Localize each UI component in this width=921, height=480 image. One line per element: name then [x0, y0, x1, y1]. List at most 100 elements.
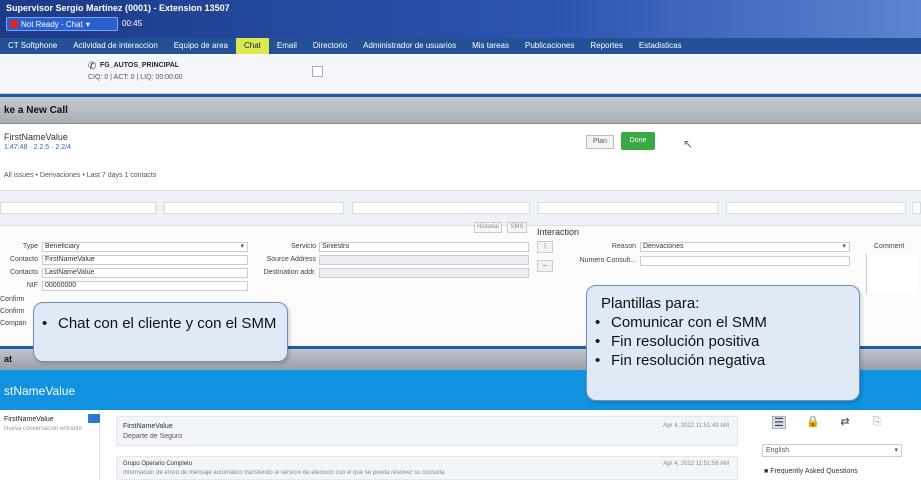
- chevron-down-icon: ▾: [240, 243, 244, 250]
- main-menu-bar: CT Softphone Actividad de interaccion Equi…: [0, 38, 921, 54]
- menu-item[interactable]: Actividad de interaccion: [65, 38, 166, 54]
- history-button[interactable]: Historial: [474, 222, 502, 233]
- contact-details[interactable]: 1:47:48 · 2.2.5 · 2.2/4: [4, 144, 71, 151]
- menu-item[interactable]: Email: [269, 38, 305, 54]
- tab-slot[interactable]: [352, 202, 530, 214]
- nif-field[interactable]: 00000000: [42, 281, 248, 291]
- message-text: Información de envío de mensaje automáti…: [123, 470, 445, 476]
- app-window: Supervisor Sergio Martinez (0001) - Exte…: [0, 0, 921, 480]
- attachment-icon[interactable]: ⎘: [870, 416, 884, 429]
- chat-body: FirstNameValue Nueva conversación entran…: [0, 410, 921, 480]
- window-title: Supervisor Sergio Martinez (0001) - Exte…: [6, 3, 230, 13]
- lock-icon[interactable]: 🔒: [806, 416, 820, 429]
- confirm-label: Confirm: [0, 296, 25, 303]
- mouse-cursor-icon: ↖: [683, 137, 694, 151]
- menu-item[interactable]: Publicaciones: [517, 38, 582, 54]
- make-call-title: ke a New Call: [4, 105, 68, 116]
- message-time: Apr 4, 2022 11:51:56 AM: [663, 461, 729, 467]
- contact-header: FirstNameValue 1:47:48 · 2.2.5 · 2.2/4 P…: [0, 124, 921, 190]
- message-sender: Grupo Operario Completo: [123, 461, 193, 467]
- source-address-field[interactable]: [319, 255, 529, 265]
- destination-address-field[interactable]: [319, 268, 529, 278]
- plan-button[interactable]: Plan: [586, 135, 614, 149]
- menu-item[interactable]: Administrador de usuarios: [355, 38, 464, 54]
- phone-icon: ✆: [88, 61, 97, 72]
- message-sender: FirstNameValue: [123, 423, 173, 430]
- not-ready-icon: [10, 20, 18, 28]
- conversation-sub: Nueva conversación entrante: [4, 426, 83, 432]
- callout-item: Chat con el cliente y con el SMM: [34, 314, 287, 333]
- chat-section-title: at: [4, 354, 13, 364]
- menu-item[interactable]: Chat: [235, 38, 269, 54]
- chat-header-name: stNameValue: [4, 384, 76, 398]
- tab-slot[interactable]: [726, 202, 906, 214]
- comment-label: Comment: [874, 243, 905, 250]
- menu-item[interactable]: Mis tareas: [464, 38, 517, 54]
- sms-button[interactable]: SMS: [507, 222, 527, 233]
- last-name-field[interactable]: LastNameValue: [42, 268, 248, 278]
- tab-slot[interactable]: [0, 202, 156, 214]
- grid-icon[interactable]: [312, 66, 323, 77]
- language-value: English: [766, 447, 789, 454]
- callout-item: Comunicar con el SMM: [587, 313, 859, 332]
- conversation-name[interactable]: FirstNameValue: [4, 416, 54, 423]
- source-address-label: Source Address: [266, 256, 316, 263]
- interaction-title: Interaction: [537, 227, 580, 237]
- first-name-label: Contacto: [9, 256, 38, 263]
- tab-slot[interactable]: [164, 202, 344, 214]
- tab-slot[interactable]: [538, 202, 718, 214]
- destination-address-label: Destination addr.: [263, 269, 316, 276]
- company-label: Compan: [0, 320, 27, 327]
- number-field[interactable]: [640, 256, 850, 266]
- queue-stats: CIQ: 0 | ACT: 0 | LIQ: 00:00:00: [88, 74, 183, 81]
- service-label: Servicio: [291, 243, 316, 250]
- type-select[interactable]: Beneficiary ▾: [42, 242, 248, 252]
- first-name-field[interactable]: FirstNameValue: [42, 255, 248, 265]
- make-call-header: ke a New Call: [0, 97, 921, 124]
- done-button[interactable]: Done: [621, 132, 655, 150]
- transfer-icon[interactable]: ⇄: [838, 416, 852, 429]
- number-label: Numero Consult...: [579, 257, 636, 264]
- faq-link[interactable]: ■ Frequently Asked Questions: [764, 468, 858, 475]
- service-field[interactable]: Siniestro: [319, 242, 529, 252]
- menu-item[interactable]: Reportes: [582, 38, 630, 54]
- chevron-down-icon: ▾: [894, 447, 898, 454]
- agent-strip: ✆ FG_AUTOS_PRINCIPAL CIQ: 0 | ACT: 0 | L…: [0, 54, 921, 94]
- reason-value: Derivaciones: [643, 243, 684, 250]
- menu-item[interactable]: Estadisticas: [631, 38, 690, 54]
- templates-callout: Plantillas para: Comunicar con el SMMFin…: [586, 285, 860, 401]
- chat-badge-icon[interactable]: [88, 414, 100, 423]
- reason-label: Reason: [611, 243, 636, 250]
- tab-slot[interactable]: [912, 202, 921, 214]
- agent-status-label: Not Ready - Chat: [21, 19, 83, 29]
- nif-label: NIF: [26, 282, 38, 289]
- title-bar: Supervisor Sergio Martinez (0001) - Exte…: [0, 0, 921, 38]
- language-select[interactable]: English ▾: [762, 444, 902, 457]
- queue-name: FG_AUTOS_PRINCIPAL: [100, 62, 180, 69]
- faq-label: Frequently Asked Questions: [770, 468, 858, 475]
- type-label: Type: [22, 243, 38, 250]
- menu-item[interactable]: Equipo de area: [166, 38, 236, 54]
- message-time: Apr 4, 2022 11:51:43 AM: [663, 423, 729, 429]
- chevron-down-icon: ▾: [85, 19, 90, 29]
- callout-list: Comunicar con el SMMFin resolución posit…: [587, 313, 859, 370]
- callout-title: Plantillas para:: [601, 295, 700, 312]
- menu-item[interactable]: Directorio: [305, 38, 355, 54]
- templates-list-icon[interactable]: ☰: [772, 416, 786, 429]
- agent-status-dropdown[interactable]: Not Ready - Chat ▾: [6, 17, 118, 31]
- chat-callout: Chat con el cliente y con el SMM: [33, 302, 288, 362]
- chat-message: FirstNameValue Departe de Seguro Apr 4, …: [116, 416, 738, 446]
- collapse-icon[interactable]: –: [537, 260, 553, 272]
- confirm-label: Confirm: [0, 308, 25, 315]
- contact-name: FirstNameValue: [4, 132, 68, 142]
- chat-message: Grupo Operario Completo Información de e…: [116, 456, 738, 480]
- tabs-row: [0, 190, 921, 226]
- menu-item[interactable]: CT Softphone: [0, 38, 65, 54]
- expand-icon[interactable]: ⋮: [537, 241, 553, 253]
- conversation-list: FirstNameValue Nueva conversación entran…: [0, 410, 100, 480]
- chevron-down-icon: ▾: [842, 243, 846, 250]
- reason-select[interactable]: Derivaciones ▾: [640, 242, 850, 252]
- callout-item: Fin resolución positiva: [587, 332, 859, 351]
- history-filters[interactable]: All issues • Derivaciones • Last 7 days …: [4, 172, 156, 179]
- comment-field[interactable]: [866, 254, 918, 294]
